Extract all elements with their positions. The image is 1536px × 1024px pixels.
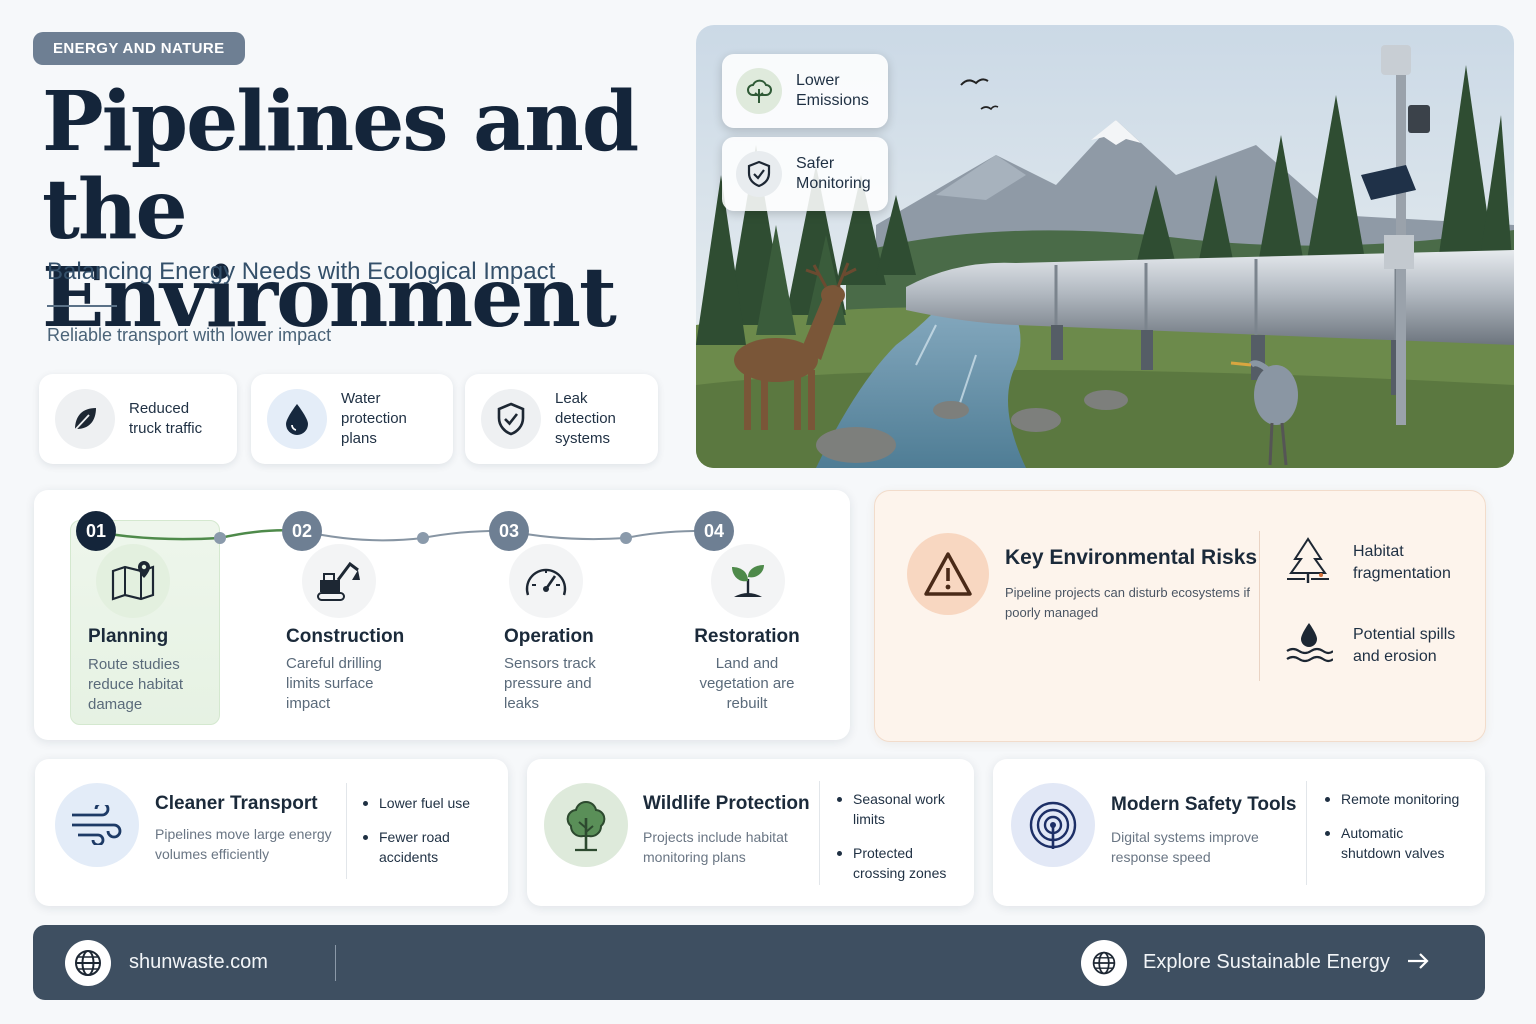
card-cleaner-transport: Cleaner Transport Pipelines move large e… xyxy=(35,759,508,906)
card-bullets: Seasonal work limits Protected crossing … xyxy=(837,789,957,897)
card-wildlife-protection: Wildlife Protection Projects include hab… xyxy=(527,759,974,906)
card-desc: Pipelines move large energy volumes effi… xyxy=(155,826,332,862)
step-title: Planning xyxy=(88,626,169,647)
bullet-item: Fewer road accidents xyxy=(363,827,493,867)
bullet-item: Seasonal work limits xyxy=(837,789,957,829)
map-pin-icon xyxy=(96,544,170,618)
footer-divider xyxy=(335,945,336,981)
card-divider xyxy=(1306,781,1307,885)
cta-label: Explore Sustainable Energy xyxy=(1143,951,1390,973)
step-number: 04 xyxy=(694,511,734,551)
feature-label: Reduced truck traffic xyxy=(129,400,203,437)
globe-icon xyxy=(65,940,111,986)
risks-title: Key Environmental Risks xyxy=(1005,546,1258,569)
tree-icon xyxy=(544,783,628,867)
footer-bar: shunwaste.com Explore Sustainable Energy xyxy=(33,925,1485,1000)
step-desc: Route studies reduce habitat damage xyxy=(88,656,184,713)
step-title: Construction xyxy=(286,626,405,647)
shield-check-icon xyxy=(736,151,782,197)
title-line-1: Pipelines and xyxy=(42,74,639,170)
card-bullets: Lower fuel use Fewer road accidents xyxy=(363,793,493,881)
badge-safer-monitoring: Safer Monitoring xyxy=(722,137,888,211)
page-title: Pipelines and the Environment xyxy=(42,78,682,342)
site-link[interactable]: shunwaste.com xyxy=(129,951,268,974)
step-desc: Land and vegetation are rebuilt xyxy=(699,655,795,712)
arrow-right-icon xyxy=(1406,949,1430,978)
risk-item-label: Habitat fragmentation xyxy=(1353,543,1451,582)
excavator-icon xyxy=(302,544,376,618)
risks-desc: Pipeline projects can disturb ecosystems… xyxy=(1005,585,1250,620)
tree-split-icon xyxy=(1285,537,1331,590)
shield-check-icon xyxy=(481,389,541,449)
wind-icon xyxy=(55,783,139,867)
feature-label: Water protection plans xyxy=(341,390,407,447)
risks-panel: Key Environmental Risks Pipeline project… xyxy=(874,490,1486,742)
card-modern-safety: Modern Safety Tools Digital systems impr… xyxy=(993,759,1485,906)
bullet-item: Remote monitoring xyxy=(1325,789,1460,809)
bullet-item: Automatic shutdown valves xyxy=(1325,823,1460,863)
card-divider xyxy=(819,781,820,885)
step-number: 01 xyxy=(76,511,116,551)
card-title: Modern Safety Tools xyxy=(1111,794,1297,815)
signal-icon xyxy=(1011,783,1095,867)
explore-cta-button[interactable]: Explore Sustainable Energy xyxy=(1081,939,1451,987)
feature-chip-water: Water protection plans xyxy=(251,374,453,464)
badge-lower-emissions: Lower Emissions xyxy=(722,54,888,128)
risks-divider xyxy=(1259,531,1260,681)
gauge-icon xyxy=(509,544,583,618)
project-steps-panel: 01 Planning Route studies reduce habitat… xyxy=(34,490,850,740)
divider xyxy=(47,305,117,307)
feature-chip-truck-traffic: Reduced truck traffic xyxy=(39,374,237,464)
step-desc: Careful drilling limits surface impact xyxy=(286,655,382,712)
bullet-item: Protected crossing zones xyxy=(837,843,957,883)
step-number: 02 xyxy=(282,511,322,551)
badge-label: Lower Emissions xyxy=(796,72,869,109)
step-title: Restoration xyxy=(694,626,800,647)
card-bullets: Remote monitoring Automatic shutdown val… xyxy=(1325,789,1460,877)
title-line-2: the Environment xyxy=(42,162,617,346)
warning-icon xyxy=(907,533,989,615)
tagline: Reliable transport with lower impact xyxy=(47,325,332,345)
page-subtitle: Balancing Energy Needs with Ecological I… xyxy=(47,258,556,285)
category-tag: ENERGY AND NATURE xyxy=(33,32,245,65)
card-desc: Digital systems improve response speed xyxy=(1111,829,1259,865)
globe-icon xyxy=(1081,940,1127,986)
tree-cloud-icon xyxy=(736,68,782,114)
badge-label: Safer Monitoring xyxy=(796,155,871,192)
step-title: Operation xyxy=(504,626,594,647)
card-title: Wildlife Protection xyxy=(643,793,810,814)
sprout-icon xyxy=(711,544,785,618)
feature-label: Leak detection systems xyxy=(555,390,616,447)
bullet-item: Lower fuel use xyxy=(363,793,493,813)
card-title: Cleaner Transport xyxy=(155,793,318,814)
card-divider xyxy=(346,783,347,879)
card-desc: Projects include habitat monitoring plan… xyxy=(643,829,788,865)
hero-illustration: Lower Emissions Safer Monitoring xyxy=(696,25,1514,468)
feature-chip-leak: Leak detection systems xyxy=(465,374,658,464)
step-desc: Sensors track pressure and leaks xyxy=(504,655,596,712)
water-drop-icon xyxy=(267,389,327,449)
drop-waves-icon xyxy=(1285,621,1334,670)
leaf-icon xyxy=(55,389,115,449)
step-number: 03 xyxy=(489,511,529,551)
risk-item-label: Potential spills and erosion xyxy=(1353,626,1456,665)
